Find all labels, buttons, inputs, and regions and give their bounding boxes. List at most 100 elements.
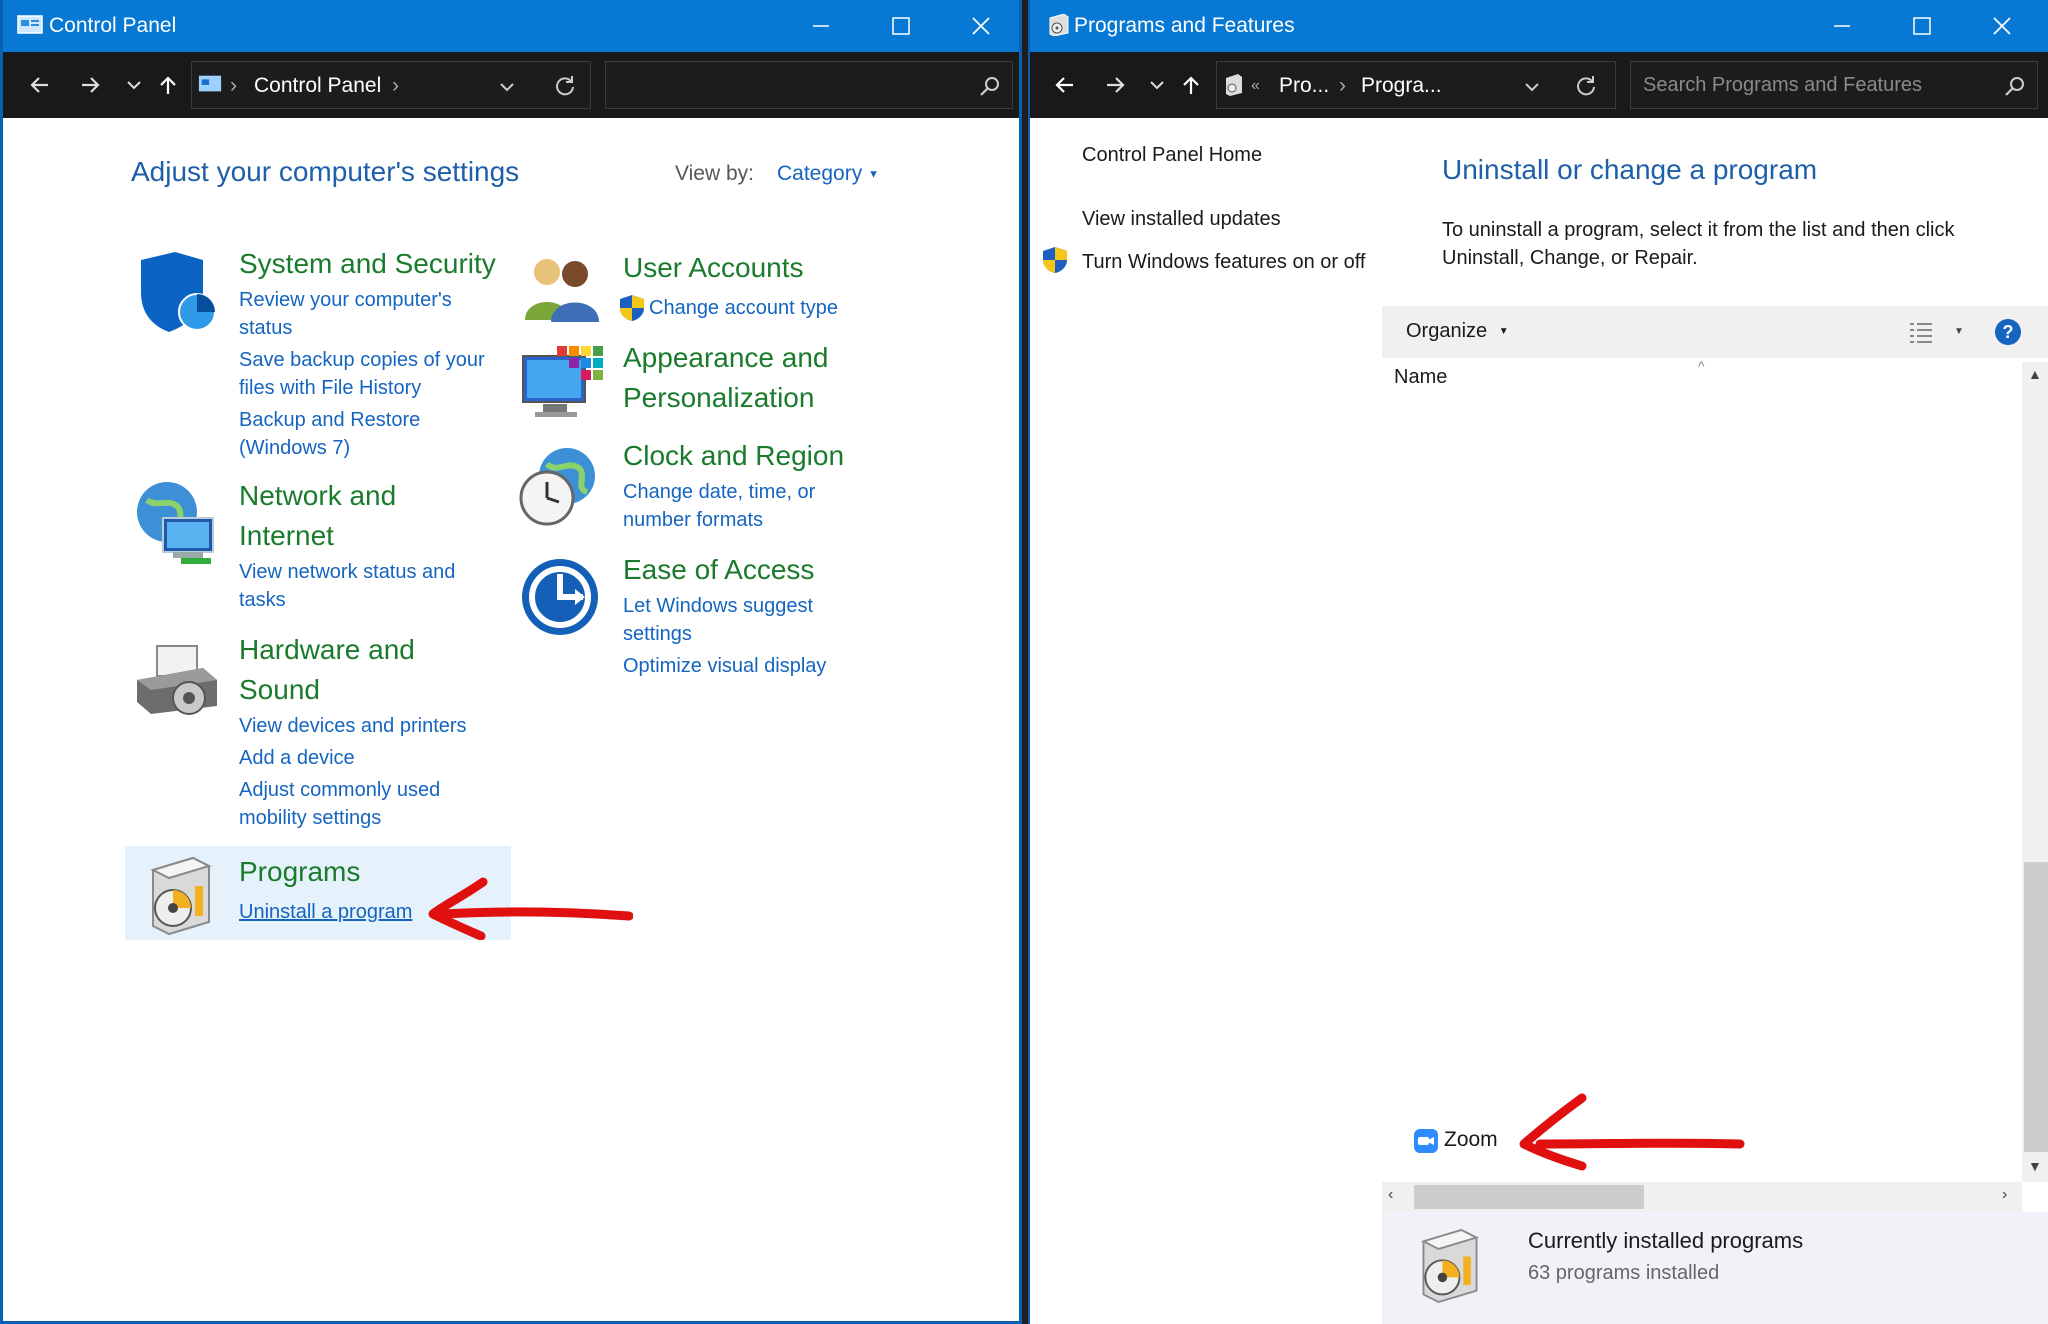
horizontal-scrollbar[interactable]: ‹ › <box>1382 1182 2022 1212</box>
vertical-scrollbar[interactable]: ▲ ▼ <box>2022 362 2048 1182</box>
maximize-button[interactable] <box>861 0 941 52</box>
category-title-clock-region[interactable]: Clock and Region <box>623 436 844 476</box>
link-add-device[interactable]: Add a device <box>239 744 439 772</box>
maximize-icon <box>892 17 910 35</box>
clock-globe-icon <box>519 448 595 526</box>
zoom-icon <box>1414 1129 1438 1153</box>
programs-disc-icon <box>1049 14 1069 36</box>
search-box[interactable]: Search Programs and Features <box>1630 61 2038 109</box>
link-network-status[interactable]: View network status and tasks <box>239 558 489 614</box>
scrollbar-thumb[interactable] <box>2024 862 2048 1152</box>
view-details-icon[interactable] <box>1908 320 1934 344</box>
programs-disc-icon <box>150 856 212 936</box>
minimize-icon <box>1834 25 1850 27</box>
scroll-left-icon[interactable]: ‹ <box>1388 1186 1393 1204</box>
back-arrow-icon <box>30 77 48 93</box>
scrollbar-thumb[interactable] <box>1414 1185 1644 1209</box>
sidebar-home-link[interactable]: Control Panel Home <box>1082 144 1262 167</box>
link-devices-printers[interactable]: View devices and printers <box>239 712 519 740</box>
breadcrumb-separator: › <box>230 74 237 97</box>
link-backup-restore[interactable]: Backup and Restore (Windows 7) <box>239 406 479 462</box>
breadcrumb-control-panel[interactable]: Control Panel <box>254 74 381 98</box>
help-icon[interactable]: ? <box>1994 318 2022 346</box>
forward-arrow-icon <box>1107 77 1125 93</box>
chevron-down-icon[interactable] <box>1523 78 1541 96</box>
category-title-ease-of-access[interactable]: Ease of Access <box>623 550 814 590</box>
recent-locations-button[interactable] <box>1142 70 1172 100</box>
link-optimize-display[interactable]: Optimize visual display <box>623 652 826 680</box>
details-pane: Currently installed programs 63 programs… <box>1382 1212 2048 1324</box>
breadcrumb-separator: › <box>1339 74 1346 97</box>
scroll-up-icon[interactable]: ▲ <box>2028 366 2042 382</box>
close-button[interactable] <box>941 0 1019 52</box>
link-windows-suggest[interactable]: Let Windows suggest settings <box>623 592 843 648</box>
link-date-time-formats[interactable]: Change date, time, or number formats <box>623 478 863 534</box>
window-title: Programs and Features <box>1074 14 1295 37</box>
red-arrow-annotation <box>1519 1093 1745 1171</box>
sidebar-windows-features-link[interactable]: Turn Windows features on or off <box>1082 248 1372 276</box>
control-panel-icon <box>198 75 222 92</box>
breadcrumb-programs-features[interactable]: Progra... <box>1361 74 1442 98</box>
printer-icon <box>137 645 217 715</box>
view-by-value: Category <box>777 162 863 185</box>
minimize-button[interactable] <box>781 0 861 52</box>
scroll-right-icon[interactable]: › <box>2002 1186 2007 1204</box>
category-title-programs[interactable]: Programs <box>239 852 360 892</box>
page-title: Adjust your computer's settings <box>131 156 520 187</box>
category-title-system-security[interactable]: System and Security <box>239 244 496 284</box>
address-bar: « Pro... › Progra... Search Programs and… <box>1030 52 2048 118</box>
link-mobility-settings[interactable]: Adjust commonly used mobility settings <box>239 776 479 832</box>
column-name-label: Name <box>1394 366 1448 388</box>
maximize-button[interactable] <box>1882 0 1962 52</box>
forward-button[interactable] <box>1100 70 1130 100</box>
title-bar[interactable]: Programs and Features <box>1030 0 2048 52</box>
search-icon <box>980 77 999 96</box>
refresh-icon[interactable] <box>1575 75 1597 97</box>
address-path-box[interactable]: › Control Panel › <box>191 61 591 109</box>
details-title: Currently installed programs <box>1528 1228 1804 1253</box>
column-header-name[interactable]: Name ^ <box>1382 358 2042 396</box>
view-by-dropdown[interactable]: Category ▼ <box>777 162 879 186</box>
minimize-button[interactable] <box>1802 0 1882 52</box>
up-button[interactable] <box>1176 70 1206 100</box>
link-file-history[interactable]: Save backup copies of your files with Fi… <box>239 346 511 402</box>
recent-locations-button[interactable] <box>119 70 149 100</box>
back-button[interactable] <box>1050 70 1080 100</box>
link-uninstall-program[interactable]: Uninstall a program <box>239 898 412 926</box>
programs-disc-icon <box>1226 74 1242 96</box>
sidebar-updates-link[interactable]: View installed updates <box>1082 208 1281 231</box>
up-arrow-icon <box>160 76 176 94</box>
address-path-box[interactable]: « Pro... › Progra... <box>1216 61 1616 109</box>
view-by-label: View by: <box>675 162 754 185</box>
programs-features-window: Programs and Features « Pro... › Progra.… <box>1028 0 2048 1324</box>
category-title-network-internet[interactable]: Network and Internet <box>239 476 419 556</box>
breadcrumb-programs[interactable]: Pro... <box>1279 74 1329 98</box>
red-arrow-annotation <box>428 877 633 940</box>
search-box[interactable] <box>605 61 1013 109</box>
scroll-down-icon[interactable]: ▼ <box>2028 1158 2042 1174</box>
forward-button[interactable] <box>75 70 105 100</box>
dropdown-arrow-icon: ▼ <box>868 168 879 181</box>
link-change-account-type[interactable]: Change account type <box>649 294 838 322</box>
control-panel-window: Control Panel › Control Panel › Adjust y… <box>0 0 1022 1324</box>
title-bar[interactable]: Control Panel <box>3 0 1019 52</box>
window-title: Control Panel <box>49 14 177 37</box>
organize-button[interactable]: Organize ▼ <box>1406 320 1509 343</box>
category-title-appearance[interactable]: Appearance and Personalization <box>623 338 883 418</box>
maximize-icon <box>1913 17 1931 35</box>
category-title-user-accounts[interactable]: User Accounts <box>623 248 804 288</box>
refresh-icon[interactable] <box>554 75 576 97</box>
category-title-hardware-sound[interactable]: Hardware and Sound <box>239 630 439 710</box>
search-placeholder: Search Programs and Features <box>1643 74 1923 96</box>
back-button[interactable] <box>25 70 55 100</box>
svg-text:?: ? <box>2003 322 2014 342</box>
view-options-arrow-icon[interactable]: ▼ <box>1954 326 1964 337</box>
up-button[interactable] <box>153 70 183 100</box>
chevron-down-icon <box>127 81 141 90</box>
instructions-text: To uninstall a program, select it from t… <box>1442 219 1955 269</box>
chevron-down-icon[interactable] <box>498 78 516 96</box>
close-button[interactable] <box>1962 0 2042 52</box>
breadcrumb-overflow[interactable]: « <box>1251 77 1260 95</box>
link-review-status[interactable]: Review your computer's status <box>239 286 499 342</box>
close-icon <box>972 17 990 35</box>
